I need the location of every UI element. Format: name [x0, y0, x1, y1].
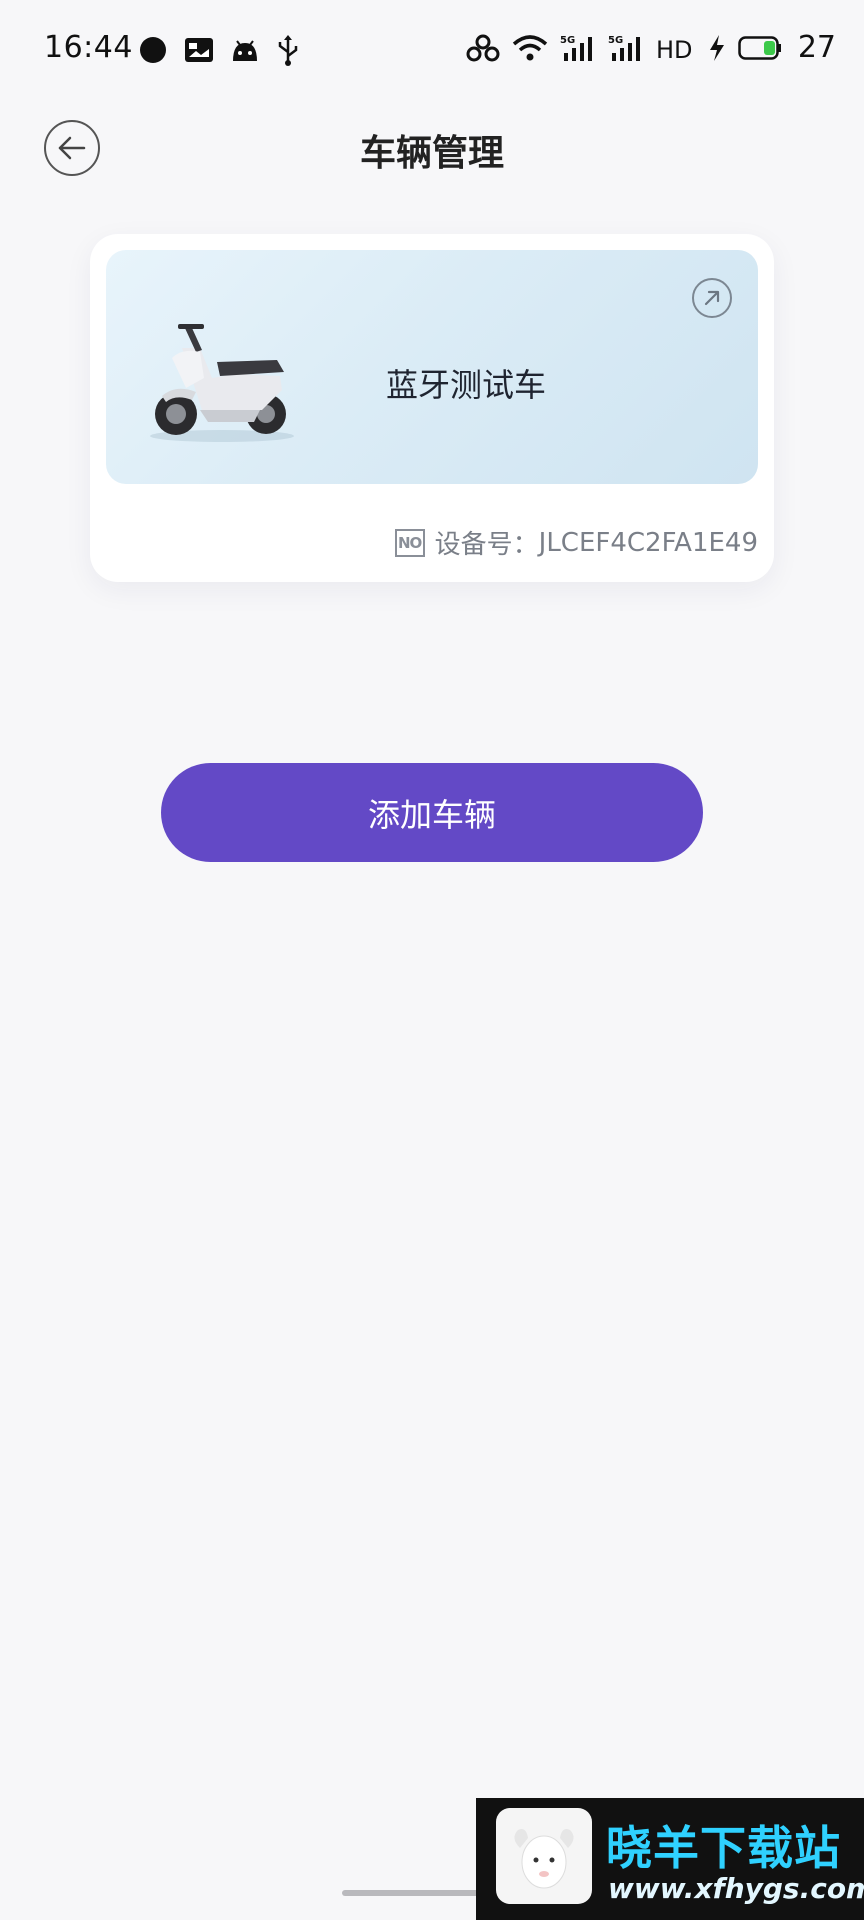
add-vehicle-button[interactable]: 添加车辆: [161, 763, 703, 862]
watermark-url: www.xfhygs.com: [608, 1872, 864, 1905]
hotspot-icon: [466, 34, 500, 61]
chat-bubble-icon: [140, 37, 166, 63]
svg-text:5G: 5G: [608, 35, 623, 46]
watermark-title: 晓羊下载站: [606, 1821, 841, 1875]
header: 车辆管理: [0, 100, 864, 200]
vehicle-card-banner[interactable]: 蓝牙测试车: [106, 250, 758, 484]
sheep-logo-icon: [514, 1829, 574, 1889]
scooter-image: [150, 324, 294, 442]
svg-text:HD: HD: [656, 36, 693, 63]
hd-icon: HD: [656, 36, 693, 63]
open-vehicle-button[interactable]: [692, 278, 732, 318]
watermark-logo: [496, 1808, 592, 1904]
vehicle-name: 蓝牙测试车: [386, 366, 547, 404]
page-title: 车辆管理: [359, 133, 504, 174]
vehicle-card[interactable]: 蓝牙测试车 NO 设备号： JLCEF4C2FA1E49: [90, 234, 774, 582]
charging-icon: [709, 34, 724, 61]
image-card-icon: [185, 38, 213, 62]
signal-5g-icon: 5G: [608, 35, 640, 61]
status-time: 16:44: [44, 30, 133, 65]
arrow-up-right-icon: [704, 290, 720, 306]
wifi-icon: [512, 34, 547, 60]
signal-5g-icon: 5G: [560, 35, 592, 61]
battery-icon: [738, 35, 781, 60]
usb-icon: [278, 35, 298, 66]
status-right-icons: 5G 5G HD 27: [466, 30, 836, 65]
device-number-row: NO 设备号： JLCEF4C2FA1E49: [394, 524, 758, 561]
device-number-icon: NO: [394, 528, 425, 557]
device-number-value: JLCEF4C2FA1E49: [538, 527, 758, 558]
svg-text:5G: 5G: [560, 35, 575, 46]
status-left-icons: [138, 34, 300, 66]
status-bar: 16:44 5G 5G HD 27: [0, 0, 864, 100]
battery-level: 27: [797, 30, 836, 65]
device-number-label: 设备号：: [434, 530, 539, 560]
android-icon: [233, 40, 257, 61]
watermark: 晓羊下载站 www.xfhygs.com: [476, 1798, 864, 1920]
